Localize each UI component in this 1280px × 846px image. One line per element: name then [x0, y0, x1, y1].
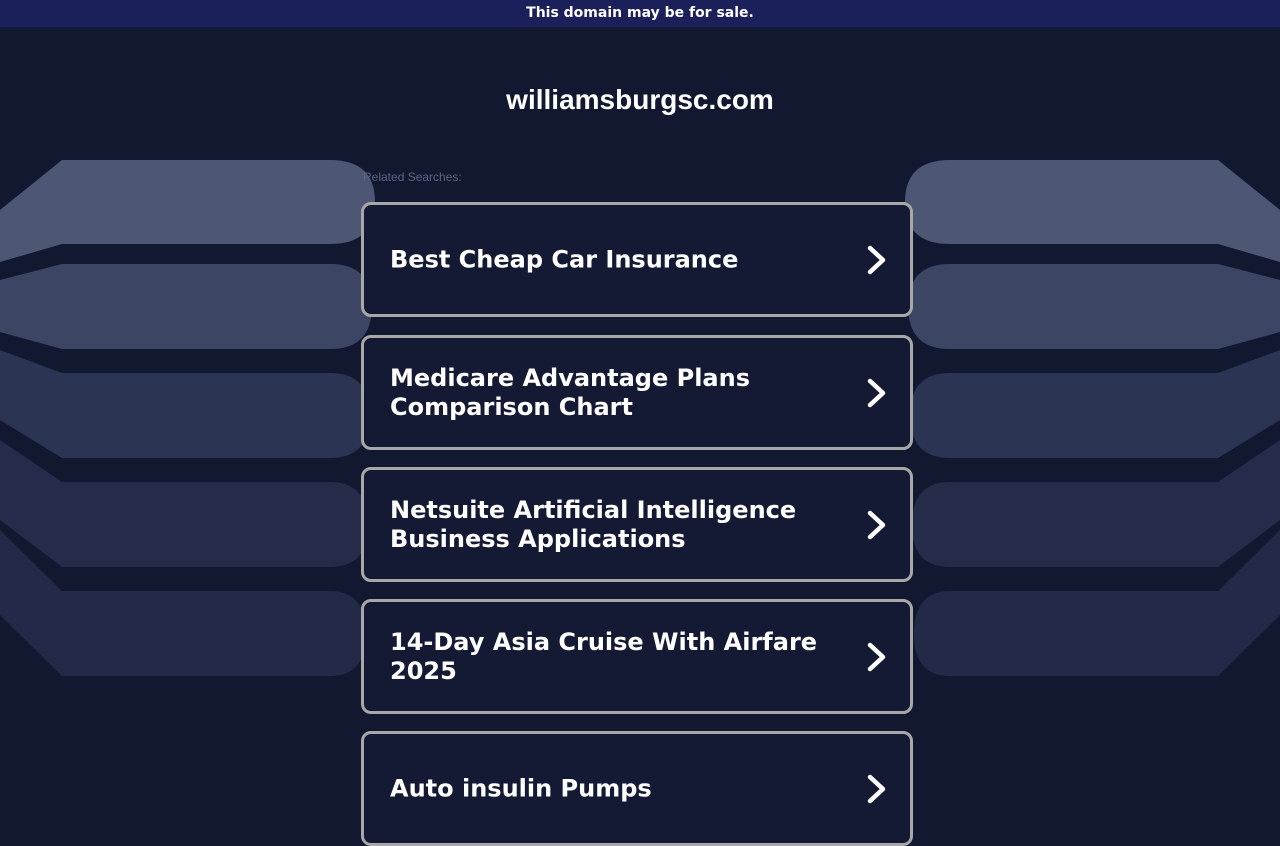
related-search-label: Best Cheap Car Insurance [390, 245, 739, 273]
related-search-link[interactable]: Netsuite Artificial Intelligence Busines… [361, 467, 913, 582]
related-search-label: Auto insulin Pumps [390, 774, 652, 802]
domain-title: williamsburgsc.com [506, 84, 774, 115]
related-search-link[interactable]: Auto insulin Pumps [361, 731, 913, 846]
related-search-label: Netsuite Artificial Intelligence Busines… [390, 495, 797, 553]
related-search-link[interactable]: Best Cheap Car Insurance [361, 202, 913, 317]
for-sale-banner[interactable]: This domain may be for sale. [0, 0, 1280, 27]
related-search-link[interactable]: 14-Day Asia Cruise With Airfare 2025 [361, 599, 913, 714]
chevron-right-icon [867, 245, 886, 274]
related-search-label: Medicare Advantage Plans Comparison Char… [390, 363, 750, 421]
chevron-right-icon [867, 378, 886, 407]
related-search-link[interactable]: Medicare Advantage Plans Comparison Char… [361, 335, 913, 450]
chevron-right-icon [867, 510, 886, 539]
related-search-label: 14-Day Asia Cruise With Airfare 2025 [390, 627, 818, 685]
chevron-right-icon [867, 642, 886, 671]
related-searches-label: Related Searches: [363, 170, 462, 184]
